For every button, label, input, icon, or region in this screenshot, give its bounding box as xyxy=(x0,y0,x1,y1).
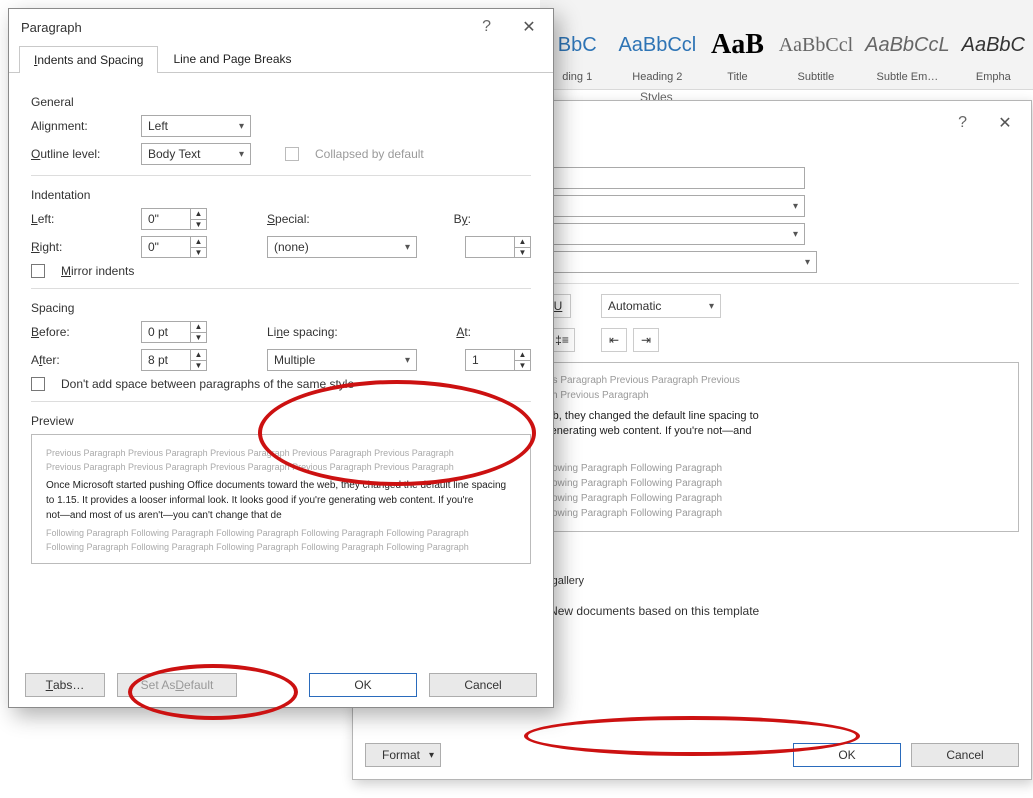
format-menu-button[interactable]: Format xyxy=(365,743,441,767)
mirror-indents-checkbox[interactable] xyxy=(31,264,45,278)
style-subtle-emphasis[interactable]: AaBbCcL Subtle Em… xyxy=(865,6,950,83)
spacing-after-spinner[interactable]: 8 pt ▲▼ xyxy=(141,349,207,371)
general-group-label: General xyxy=(31,95,531,109)
help-icon[interactable]: ? xyxy=(482,18,491,36)
dont-add-space-label: Don't add space between paragraphs of th… xyxy=(61,377,354,391)
chevron-down-icon: ▾ xyxy=(405,355,410,366)
indent-decrease-button[interactable]: ⇤ xyxy=(601,328,627,352)
paragraph-dialog: Paragraph ? ✕ Indents and Spacing Line a… xyxy=(8,8,554,708)
chevron-down-icon: ▾ xyxy=(239,121,244,132)
chevron-down-icon: ▾ xyxy=(793,229,798,240)
spacing-before-label: Before: xyxy=(31,325,131,339)
at-spinner[interactable]: 1 ▲▼ xyxy=(465,349,531,371)
indent-increase-button[interactable]: ⇥ xyxy=(633,328,659,352)
spacing-before-spinner[interactable]: 0 pt ▲▼ xyxy=(141,321,207,343)
indent-left-spinner[interactable]: 0" ▲▼ xyxy=(141,208,207,230)
line-spacing-select[interactable]: Multiple▾ xyxy=(267,349,417,371)
mirror-indents-label: Mirror indents xyxy=(61,264,134,278)
style-subtitle[interactable]: AaBbCcl Subtitle xyxy=(779,6,853,83)
font-color-select[interactable]: Automatic▾ xyxy=(601,294,721,318)
special-label: Special: xyxy=(267,212,357,226)
ok-button[interactable]: OK xyxy=(793,743,901,767)
outline-level-select[interactable]: Body Text▾ xyxy=(141,143,251,165)
close-button[interactable]: ✕ xyxy=(515,17,543,37)
at-label: At: xyxy=(456,325,471,339)
spacing-group-label: Spacing xyxy=(31,301,531,315)
help-icon[interactable]: ? xyxy=(958,114,967,132)
collapsed-label: Collapsed by default xyxy=(315,147,424,161)
indent-right-spinner[interactable]: 0" ▲▼ xyxy=(141,236,207,258)
style-heading2[interactable]: AaBbCcl Heading 2 xyxy=(618,6,696,83)
chevron-down-icon: ▾ xyxy=(805,257,810,268)
paragraph-preview: Previous Paragraph Previous Paragraph Pr… xyxy=(31,434,531,564)
dont-add-space-checkbox[interactable] xyxy=(31,377,45,391)
chevron-down-icon: ▾ xyxy=(793,201,798,212)
line-spacing-label: Line spacing: xyxy=(267,325,377,339)
style-emphasis[interactable]: AaBbC Empha xyxy=(962,6,1025,83)
tab-indents-spacing[interactable]: Indents and Spacing xyxy=(19,46,158,73)
set-as-default-button[interactable]: Set As Default xyxy=(117,673,237,697)
close-button[interactable]: ✕ xyxy=(991,113,1019,133)
spin-up-icon[interactable]: ▲ xyxy=(191,209,206,220)
tab-line-page-breaks[interactable]: Line and Page Breaks xyxy=(158,45,306,72)
ok-button[interactable]: OK xyxy=(309,673,417,697)
outline-level-label: Outline level: xyxy=(31,147,131,161)
tabs-button[interactable]: Tabs… xyxy=(25,673,105,697)
dialog-title: Paragraph xyxy=(21,20,82,35)
style-title[interactable]: AaB Title xyxy=(708,6,766,83)
alignment-select[interactable]: Left▾ xyxy=(141,115,251,137)
style-heading1[interactable]: BbC ding 1 xyxy=(548,6,606,83)
tab-strip: Indents and Spacing Line and Page Breaks xyxy=(9,45,553,73)
by-label: By: xyxy=(454,212,471,226)
special-indent-select[interactable]: (none)▾ xyxy=(267,236,417,258)
cancel-button[interactable]: Cancel xyxy=(911,743,1019,767)
by-spinner[interactable]: ▲▼ xyxy=(465,236,531,258)
chevron-down-icon: ▾ xyxy=(239,149,244,160)
ribbon-styles: BbC ding 1 AaBbCcl Heading 2 AaB Title A… xyxy=(540,0,1033,90)
spin-down-icon[interactable]: ▼ xyxy=(191,220,206,230)
chevron-down-icon: ▾ xyxy=(405,242,410,253)
radio-new-documents-template[interactable]: New documents based on this template xyxy=(525,604,759,620)
spacing-after-label: After: xyxy=(31,353,131,367)
cancel-button[interactable]: Cancel xyxy=(429,673,537,697)
indent-left-label: Left: xyxy=(31,212,131,226)
indentation-group-label: Indentation xyxy=(31,188,531,202)
collapsed-checkbox xyxy=(285,147,299,161)
indent-right-label: Right: xyxy=(31,240,131,254)
alignment-label: Alignment: xyxy=(31,119,131,133)
preview-group-label: Preview xyxy=(31,414,531,428)
